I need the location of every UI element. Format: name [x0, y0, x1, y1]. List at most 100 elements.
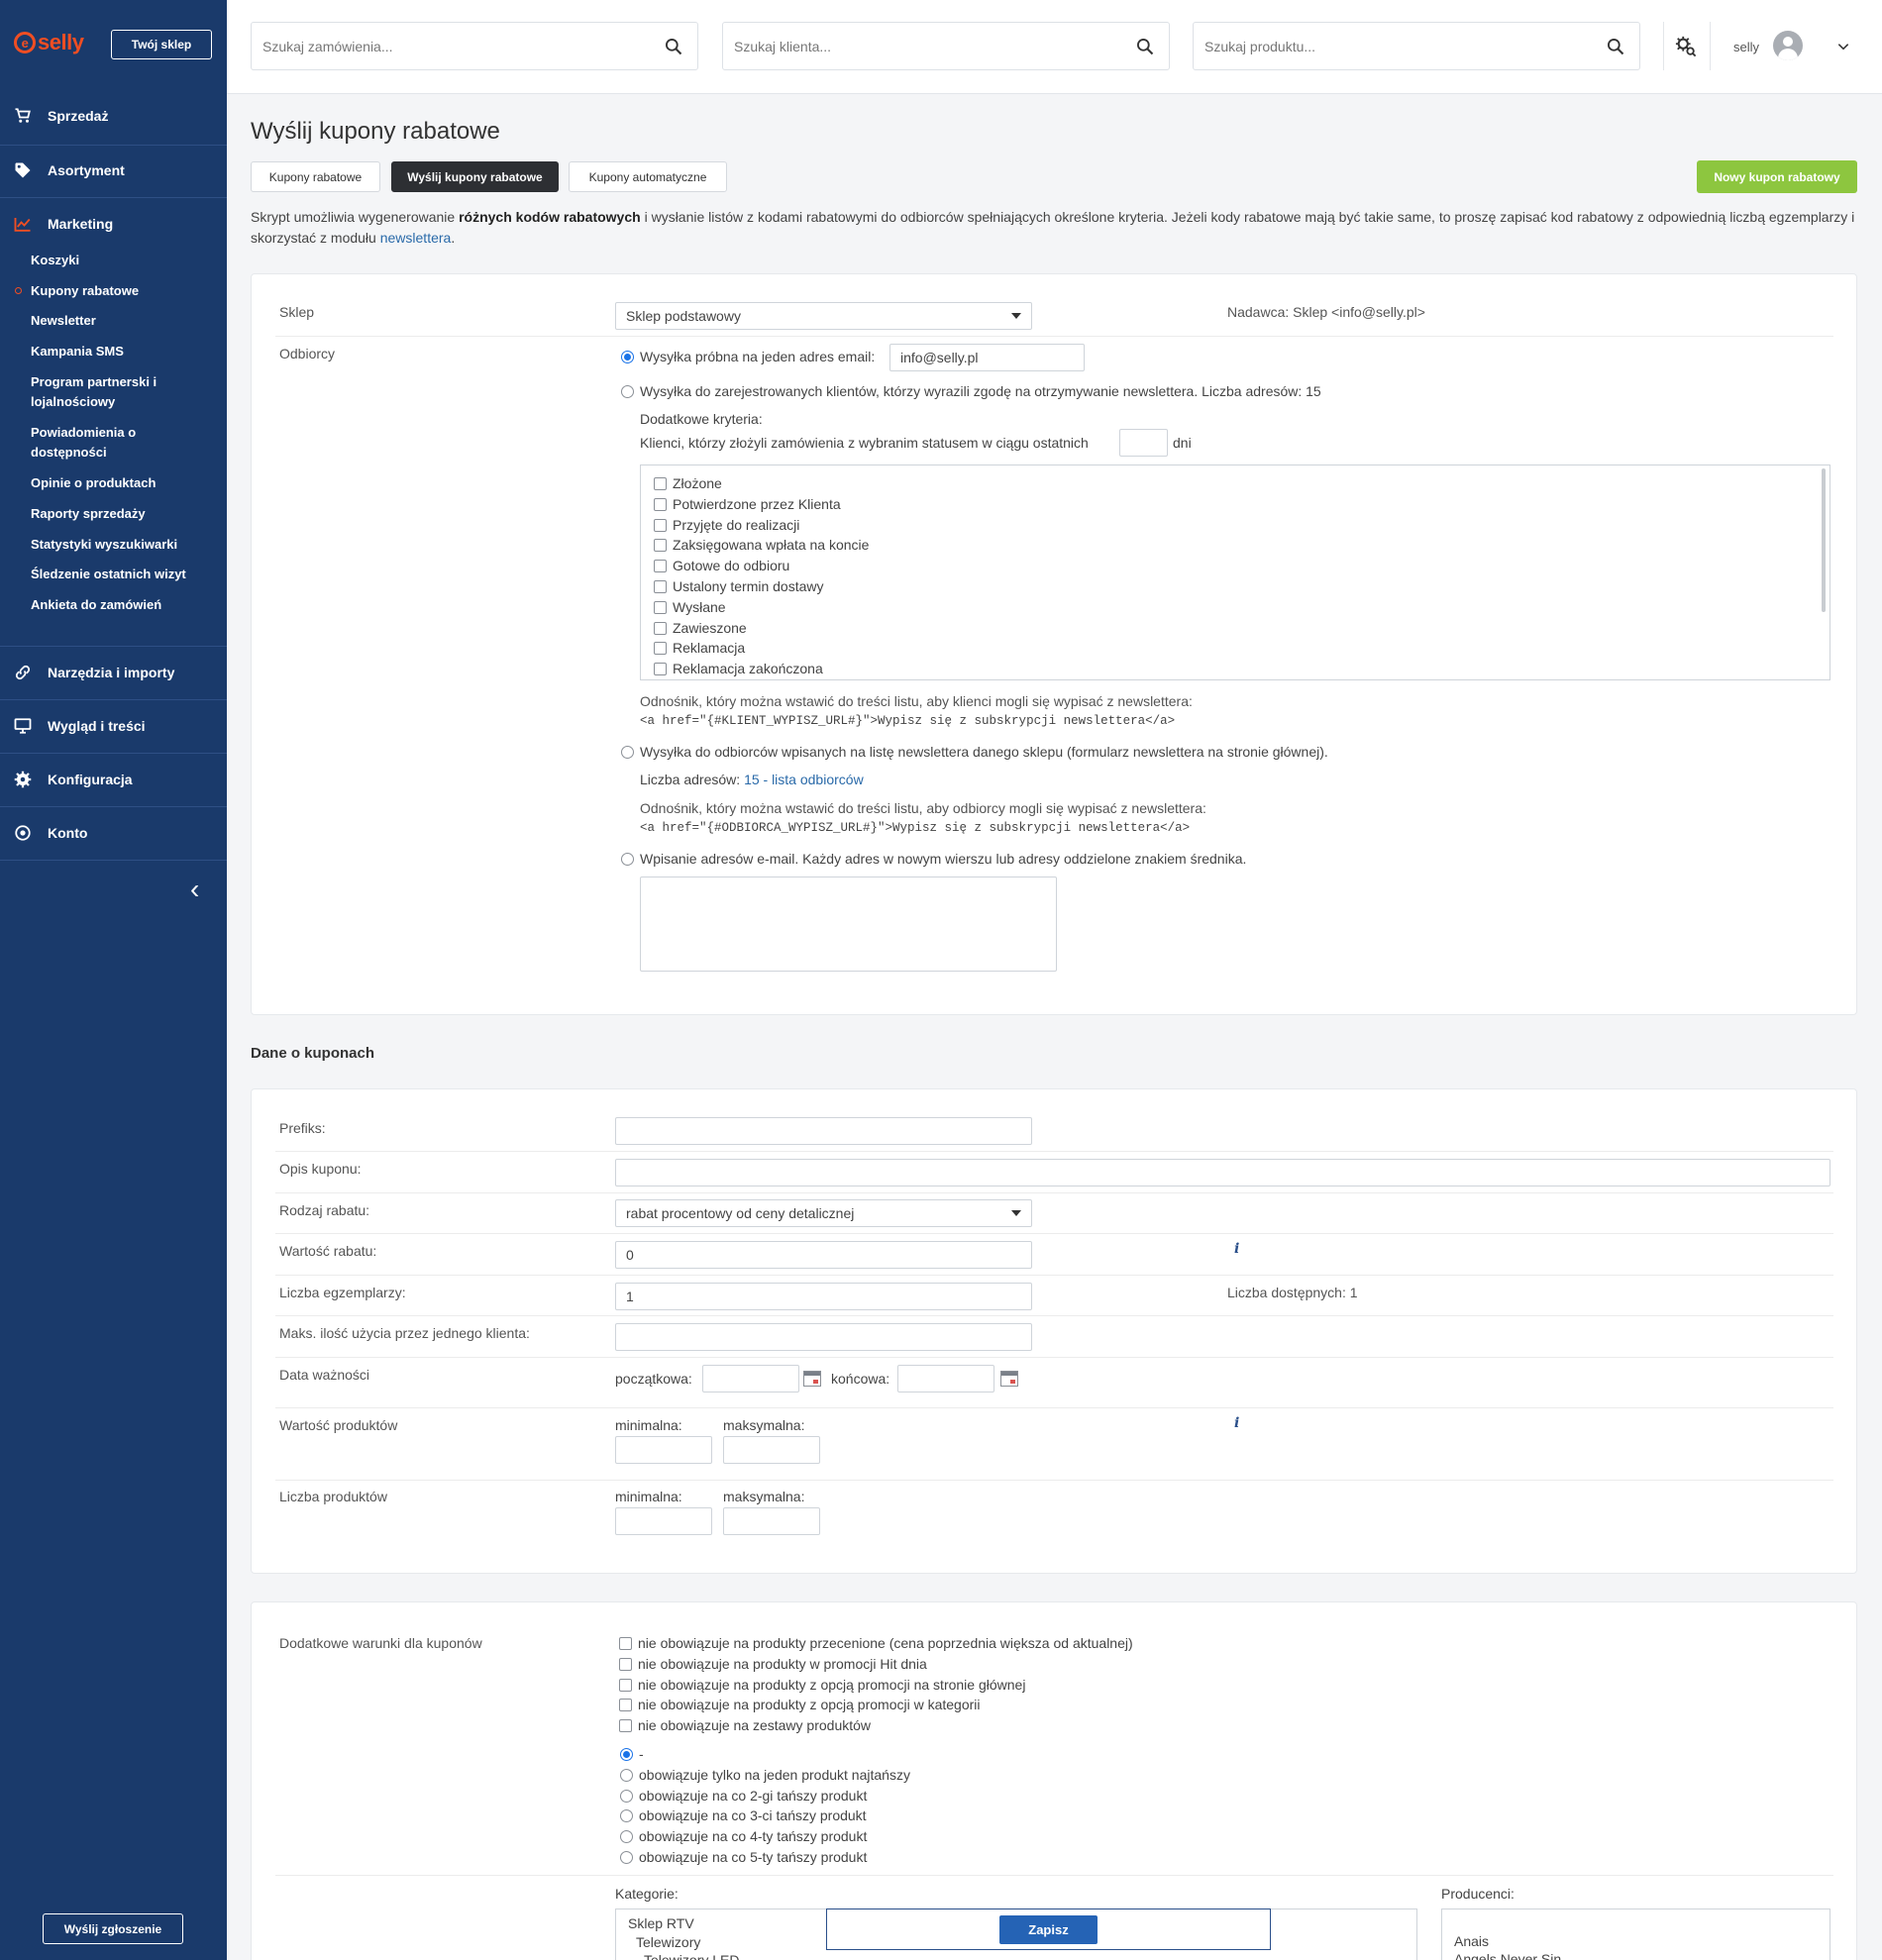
condition-checkbox[interactable]: [619, 1678, 632, 1692]
collapse-sidebar-icon[interactable]: ‹: [190, 874, 199, 905]
sub-order-survey[interactable]: Ankieta do zamówień: [31, 595, 161, 615]
condition-checkbox[interactable]: [619, 1657, 632, 1671]
new-coupon-button[interactable]: Nowy kupon rabatowy: [1697, 160, 1857, 193]
newsletter-link[interactable]: newslettera: [380, 230, 452, 246]
sub-availability[interactable]: Powiadomienia o dostępności: [31, 423, 159, 463]
sub-newsletter[interactable]: Newsletter: [31, 311, 96, 331]
status-checkbox[interactable]: [654, 497, 667, 511]
monitor-icon: [14, 718, 32, 734]
newsletter-option-label: Wysyłka do odbiorców wpisanych na listę …: [640, 744, 1328, 760]
sub-recent-visits[interactable]: Śledzenie ostatnich wizyt: [31, 565, 186, 584]
discount-scope-radio[interactable]: [620, 1789, 633, 1803]
intro-end: .: [451, 230, 456, 246]
discount-scope-label: obowiązuje na co 5-ty tańszy produkt: [639, 1849, 868, 1865]
condition-checkbox[interactable]: [619, 1719, 632, 1733]
producer-item[interactable]: Angels Never Sin: [1454, 1951, 1561, 1960]
nav-marketing[interactable]: Marketing: [0, 198, 227, 250]
avatar[interactable]: [1773, 31, 1803, 60]
status-checkbox[interactable]: [654, 477, 667, 490]
link-icon: [15, 665, 31, 680]
sub-partner-program[interactable]: Program partnerski i lojalnościowy: [31, 372, 189, 412]
status-checkbox[interactable]: [654, 560, 667, 573]
radio-newsletter[interactable]: [621, 746, 634, 759]
sub-reviews[interactable]: Opinie o produktach: [31, 473, 156, 493]
info-icon[interactable]: i: [1234, 1241, 1239, 1257]
category-item[interactable]: Telewizory: [636, 1934, 700, 1950]
search-orders-input[interactable]: Szukaj zamówienia...: [251, 22, 698, 70]
tab-coupons[interactable]: Kupony rabatowe: [251, 161, 380, 192]
discount-type-select[interactable]: rabat procentowy od ceny detalicznej: [615, 1199, 1032, 1227]
nav-assortment[interactable]: Asortyment: [0, 145, 227, 196]
product-value-max-input[interactable]: [723, 1436, 820, 1464]
nav-tools-label: Narzędzia i importy: [48, 665, 175, 680]
prefix-input[interactable]: [615, 1117, 1032, 1145]
unsub-code-1: <a href="{#KLIENT_WYPISZ_URL#}">Wypisz s…: [640, 714, 1176, 728]
status-checkbox[interactable]: [654, 600, 667, 614]
test-email-input[interactable]: info@selly.pl: [889, 344, 1085, 371]
send-report-button[interactable]: Wyślij zgłoszenie: [43, 1913, 183, 1944]
tab-send-coupons[interactable]: Wyślij kupony rabatowe: [391, 161, 559, 192]
nav-tools[interactable]: Narzędzia i importy: [0, 647, 227, 698]
nav-appearance[interactable]: Wygląd i treści: [0, 700, 227, 752]
status-checkbox[interactable]: [654, 663, 667, 676]
discount-value-input[interactable]: 0: [615, 1241, 1032, 1269]
sub-coupons[interactable]: Kupony rabatowe: [31, 281, 139, 301]
save-button[interactable]: Zapisz: [999, 1915, 1098, 1944]
listbox-scrollbar[interactable]: [1822, 468, 1826, 612]
product-value-min-input[interactable]: [615, 1436, 712, 1464]
discount-scope-radio[interactable]: [620, 1768, 633, 1782]
sub-sms[interactable]: Kampania SMS: [31, 342, 124, 361]
product-count-min-input[interactable]: [615, 1507, 712, 1535]
sub-search-stats[interactable]: Statystyki wyszukiwarki: [31, 535, 177, 555]
description-input[interactable]: [615, 1159, 1830, 1186]
tab-auto-coupons[interactable]: Kupony automatyczne: [569, 161, 727, 192]
days-input[interactable]: [1119, 429, 1168, 457]
max-use-input[interactable]: [615, 1323, 1032, 1351]
nav-config[interactable]: Konfiguracja: [0, 754, 227, 805]
discount-scope-radio[interactable]: [620, 1851, 633, 1864]
search-clients-input[interactable]: Szukaj klienta...: [722, 22, 1170, 70]
condition-checkbox[interactable]: [619, 1699, 632, 1712]
chevron-down-icon[interactable]: [1836, 40, 1850, 53]
your-shop-button[interactable]: Twój sklep: [111, 30, 212, 59]
recipients-list-link[interactable]: 15 - lista odbiorców: [744, 772, 864, 787]
nav-sales[interactable]: Sprzedaż: [0, 90, 227, 142]
sub-sales-reports[interactable]: Raporty sprzedaży: [31, 504, 146, 524]
calendar-icon[interactable]: [1000, 1371, 1018, 1387]
selly-logo[interactable]: e selly: [14, 30, 84, 55]
status-checkbox[interactable]: [654, 642, 667, 656]
start-date-input[interactable]: [702, 1365, 799, 1393]
settings-search-icon[interactable]: [1675, 36, 1697, 57]
search-icon[interactable]: [1135, 37, 1155, 56]
condition-checkbox[interactable]: [619, 1637, 632, 1650]
address-count-label: Liczba adresów:: [640, 772, 745, 787]
emails-textarea[interactable]: [640, 877, 1057, 972]
radio-manual[interactable]: [621, 853, 634, 866]
end-date-input[interactable]: [897, 1365, 994, 1393]
radio-test-send[interactable]: [621, 351, 634, 363]
search-products-input[interactable]: Szukaj produktu...: [1193, 22, 1640, 70]
calendar-icon[interactable]: [803, 1371, 821, 1387]
status-checkbox[interactable]: [654, 580, 667, 593]
info-icon[interactable]: i: [1234, 1415, 1239, 1431]
product-count-max-input[interactable]: [723, 1507, 820, 1535]
user-name[interactable]: selly: [1733, 40, 1759, 54]
account-icon: [15, 825, 31, 841]
shop-select[interactable]: Sklep podstawowy: [615, 302, 1032, 330]
status-checkbox[interactable]: [654, 621, 667, 635]
producer-item[interactable]: Anais: [1454, 1933, 1489, 1949]
orders-criteria-label: Klienci, którzy złożyli zamówienia z wyb…: [640, 435, 1089, 451]
category-item[interactable]: Telewizory LED: [644, 1952, 739, 1960]
status-checkbox[interactable]: [654, 518, 667, 532]
search-icon[interactable]: [664, 37, 683, 56]
discount-scope-radio[interactable]: [620, 1748, 633, 1761]
category-item[interactable]: Sklep RTV: [628, 1915, 694, 1931]
active-indicator: [15, 287, 22, 294]
status-checkbox[interactable]: [654, 539, 667, 553]
copies-input[interactable]: 1: [615, 1283, 1032, 1310]
radio-registered[interactable]: [621, 385, 634, 398]
search-icon[interactable]: [1606, 37, 1625, 56]
nav-account[interactable]: Konto: [0, 807, 227, 859]
sub-carts[interactable]: Koszyki: [31, 251, 79, 270]
discount-scope-label: obowiązuje na co 4-ty tańszy produkt: [639, 1828, 868, 1845]
